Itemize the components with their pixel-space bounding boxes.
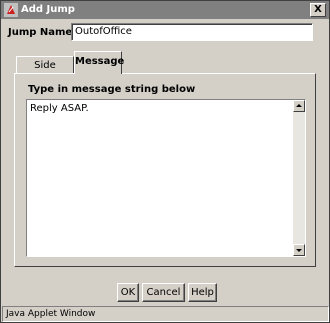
message-text: Reply ASAP. <box>30 103 89 114</box>
jump-name-label: Jump Name: <box>8 27 77 38</box>
message-instruction-label: Type in message string below <box>28 84 196 95</box>
add-jump-dialog: Add Jump X Jump Name: OutofOffice Side E… <box>0 0 330 323</box>
status-text: Java Applet Window <box>6 309 96 319</box>
vertical-scrollbar[interactable] <box>293 100 305 256</box>
scroll-down-button[interactable] <box>293 244 305 256</box>
message-textarea[interactable]: Reply ASAP. <box>26 99 306 257</box>
arrow-up-icon <box>296 104 302 107</box>
message-tab-panel: Type in message string below Reply ASAP. <box>14 73 316 267</box>
status-bar: Java Applet Window <box>2 306 329 322</box>
tab-side-effects[interactable]: Side Effects <box>16 56 74 88</box>
tab-message[interactable]: Message <box>74 51 124 74</box>
java-app-icon <box>4 3 18 17</box>
ok-button[interactable]: OK <box>117 283 139 302</box>
arrow-down-icon <box>296 249 302 252</box>
close-button[interactable]: X <box>310 3 326 17</box>
scroll-up-button[interactable] <box>293 100 305 112</box>
help-button[interactable]: Help <box>188 283 217 302</box>
cancel-button[interactable]: Cancel <box>142 283 185 302</box>
title-bar: Add Jump X <box>1 1 329 19</box>
jump-name-input[interactable]: OutofOffice <box>71 23 313 41</box>
window-title: Add Jump <box>21 4 75 15</box>
